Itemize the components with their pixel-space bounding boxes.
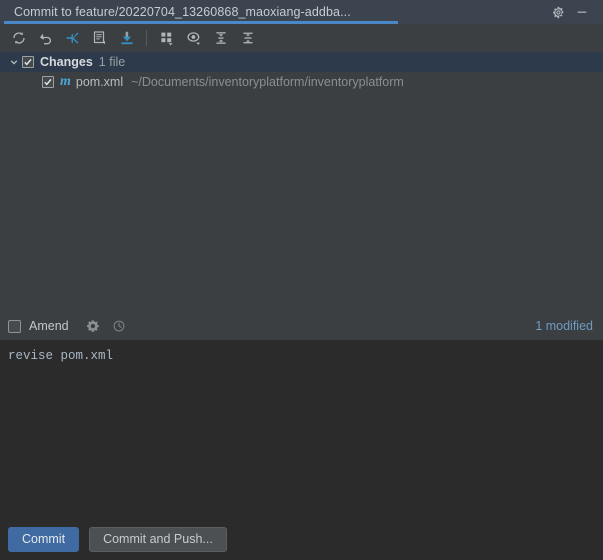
minimize-icon xyxy=(577,11,587,13)
commit-and-push-button[interactable]: Commit and Push... xyxy=(89,526,227,552)
commit-message-history-button[interactable] xyxy=(109,316,129,336)
maven-file-icon: m xyxy=(60,74,71,89)
changes-group-label: Changes xyxy=(40,55,93,69)
changes-group-count: 1 file xyxy=(98,55,126,69)
commit-message-input[interactable]: revise pom.xml xyxy=(0,340,603,518)
amend-bar: Amend 1 modified xyxy=(0,312,603,340)
file-name-label: pom.xml xyxy=(75,75,124,89)
shelve-silently-icon xyxy=(66,32,79,44)
changes-group-checkbox[interactable] xyxy=(22,56,34,68)
show-diff-button[interactable] xyxy=(86,25,113,51)
expand-all-button[interactable] xyxy=(207,25,234,51)
group-by-icon xyxy=(160,32,173,46)
commit-dialog: Commit to feature/20220704_13260868_maox… xyxy=(0,0,603,560)
update-project-button[interactable] xyxy=(113,25,140,51)
commit-options-gear-button[interactable] xyxy=(83,316,103,336)
rollback-button[interactable] xyxy=(32,25,59,51)
dialog-footer: Commit Commit and Push... xyxy=(0,518,603,560)
changes-panel[interactable]: Changes 1 file m pom.xml ~/Documents/inv… xyxy=(0,52,603,312)
titlebar-accent-underline xyxy=(4,21,398,24)
minimize-button[interactable] xyxy=(571,1,593,23)
amend-checkbox[interactable] xyxy=(8,319,21,333)
checkmark-icon xyxy=(44,78,52,86)
chevron-down-icon[interactable] xyxy=(6,57,22,67)
show-diff-icon xyxy=(93,31,105,45)
file-path-label: ~/Documents/inventoryplatform/inventoryp… xyxy=(131,75,404,89)
rollback-icon xyxy=(39,33,51,45)
settings-gear-button[interactable] xyxy=(547,1,569,23)
modified-status-label: 1 modified xyxy=(535,319,593,333)
checkmark-icon xyxy=(24,58,32,66)
gear-icon xyxy=(86,320,99,332)
window-title: Commit to feature/20220704_13260868_maox… xyxy=(14,5,351,19)
changes-toolbar xyxy=(0,24,603,52)
file-checkbox[interactable] xyxy=(42,76,54,88)
collapse-all-icon xyxy=(242,32,253,44)
gear-icon xyxy=(552,6,563,18)
amend-bar-actions xyxy=(83,316,129,336)
update-project-icon xyxy=(120,31,133,45)
table-row[interactable]: m pom.xml ~/Documents/inventoryplatform/… xyxy=(0,72,603,92)
shelve-silently-button[interactable] xyxy=(59,25,86,51)
commit-button[interactable]: Commit xyxy=(8,526,80,552)
titlebar: Commit to feature/20220704_13260868_maox… xyxy=(0,0,603,24)
changes-group-row[interactable]: Changes 1 file xyxy=(0,52,603,72)
preview-diff-button[interactable] xyxy=(180,25,207,51)
commit-message-text[interactable]: revise pom.xml xyxy=(8,348,595,364)
toolbar-separator xyxy=(146,30,147,46)
amend-label: Amend xyxy=(29,319,69,333)
group-by-button[interactable] xyxy=(153,25,180,51)
preview-diff-icon xyxy=(186,32,200,45)
titlebar-actions xyxy=(547,1,603,23)
expand-all-icon xyxy=(215,32,226,44)
refresh-changes-button[interactable] xyxy=(5,25,32,51)
clock-history-icon xyxy=(113,320,125,332)
refresh-changes-icon xyxy=(12,32,25,44)
collapse-all-button[interactable] xyxy=(234,25,261,51)
